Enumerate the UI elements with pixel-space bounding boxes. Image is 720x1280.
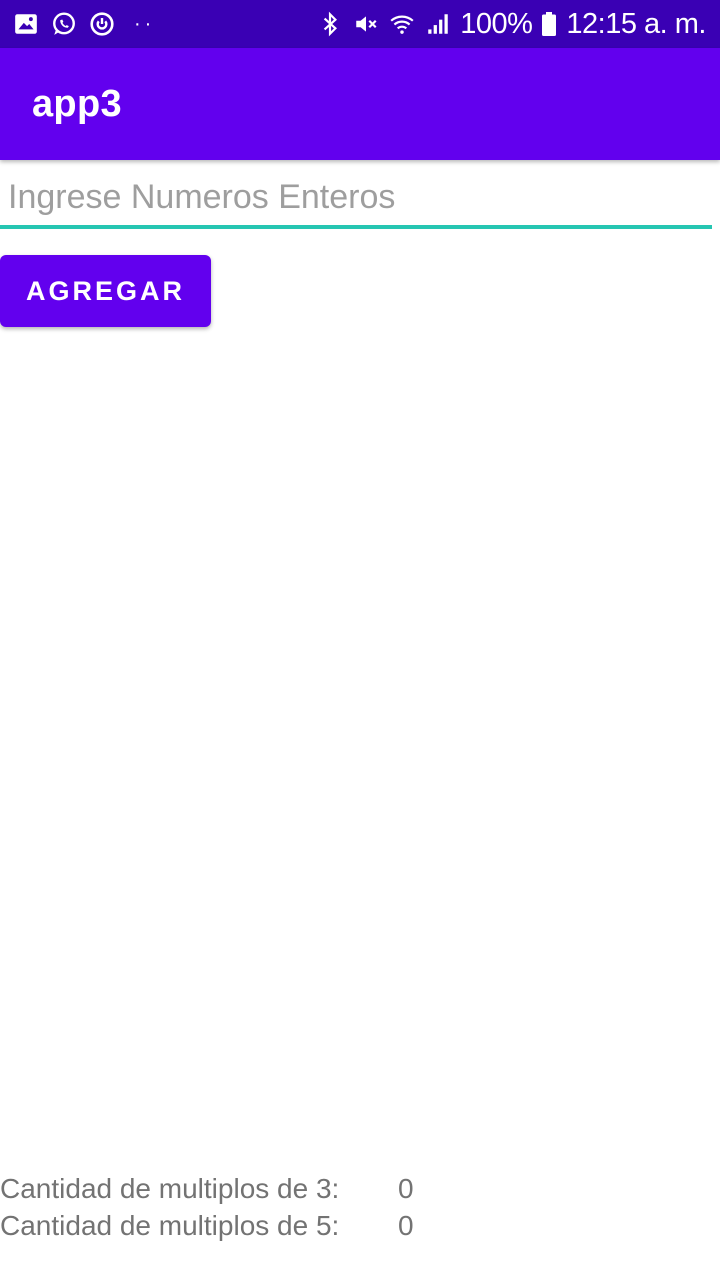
multiples-3-label: Cantidad de multiplos de 3: <box>0 1173 340 1204</box>
result-row-multiples-5: Cantidad de multiplos de 5: 0 <box>0 1210 720 1246</box>
bluetooth-icon <box>316 10 344 38</box>
mute-icon <box>352 10 380 38</box>
input-underline <box>0 225 712 229</box>
power-ring-icon <box>88 10 116 38</box>
multiples-5-label: Cantidad de multiplos de 5: <box>0 1210 340 1241</box>
status-left: ·· <box>12 10 155 38</box>
notification-dots: ·· <box>134 12 156 35</box>
signal-icon <box>424 10 452 38</box>
wifi-icon <box>388 10 416 38</box>
battery-percent: 100% <box>460 7 533 40</box>
number-input-container <box>8 168 720 230</box>
battery-icon <box>540 10 558 38</box>
image-icon <box>12 10 40 38</box>
multiples-3-value: 0 <box>398 1173 414 1204</box>
whatsapp-icon <box>50 10 78 38</box>
add-button[interactable]: AGREGAR <box>0 255 211 327</box>
multiples-5-value: 0 <box>398 1210 414 1241</box>
app-title: app3 <box>32 82 122 125</box>
status-right: 100% 12:15 a. m. <box>316 8 706 41</box>
status-bar: ·· 100% 12:15 a. m. <box>0 0 720 48</box>
app-screen: ·· 100% 12:15 a. m. app3 Ingrese Numeros… <box>0 0 720 1280</box>
app-bar: app3 <box>0 48 720 160</box>
result-row-multiples-3: Cantidad de multiplos de 3: 0 <box>0 1173 720 1209</box>
number-input[interactable] <box>8 168 720 226</box>
clock: 12:15 a. m. <box>566 7 706 40</box>
